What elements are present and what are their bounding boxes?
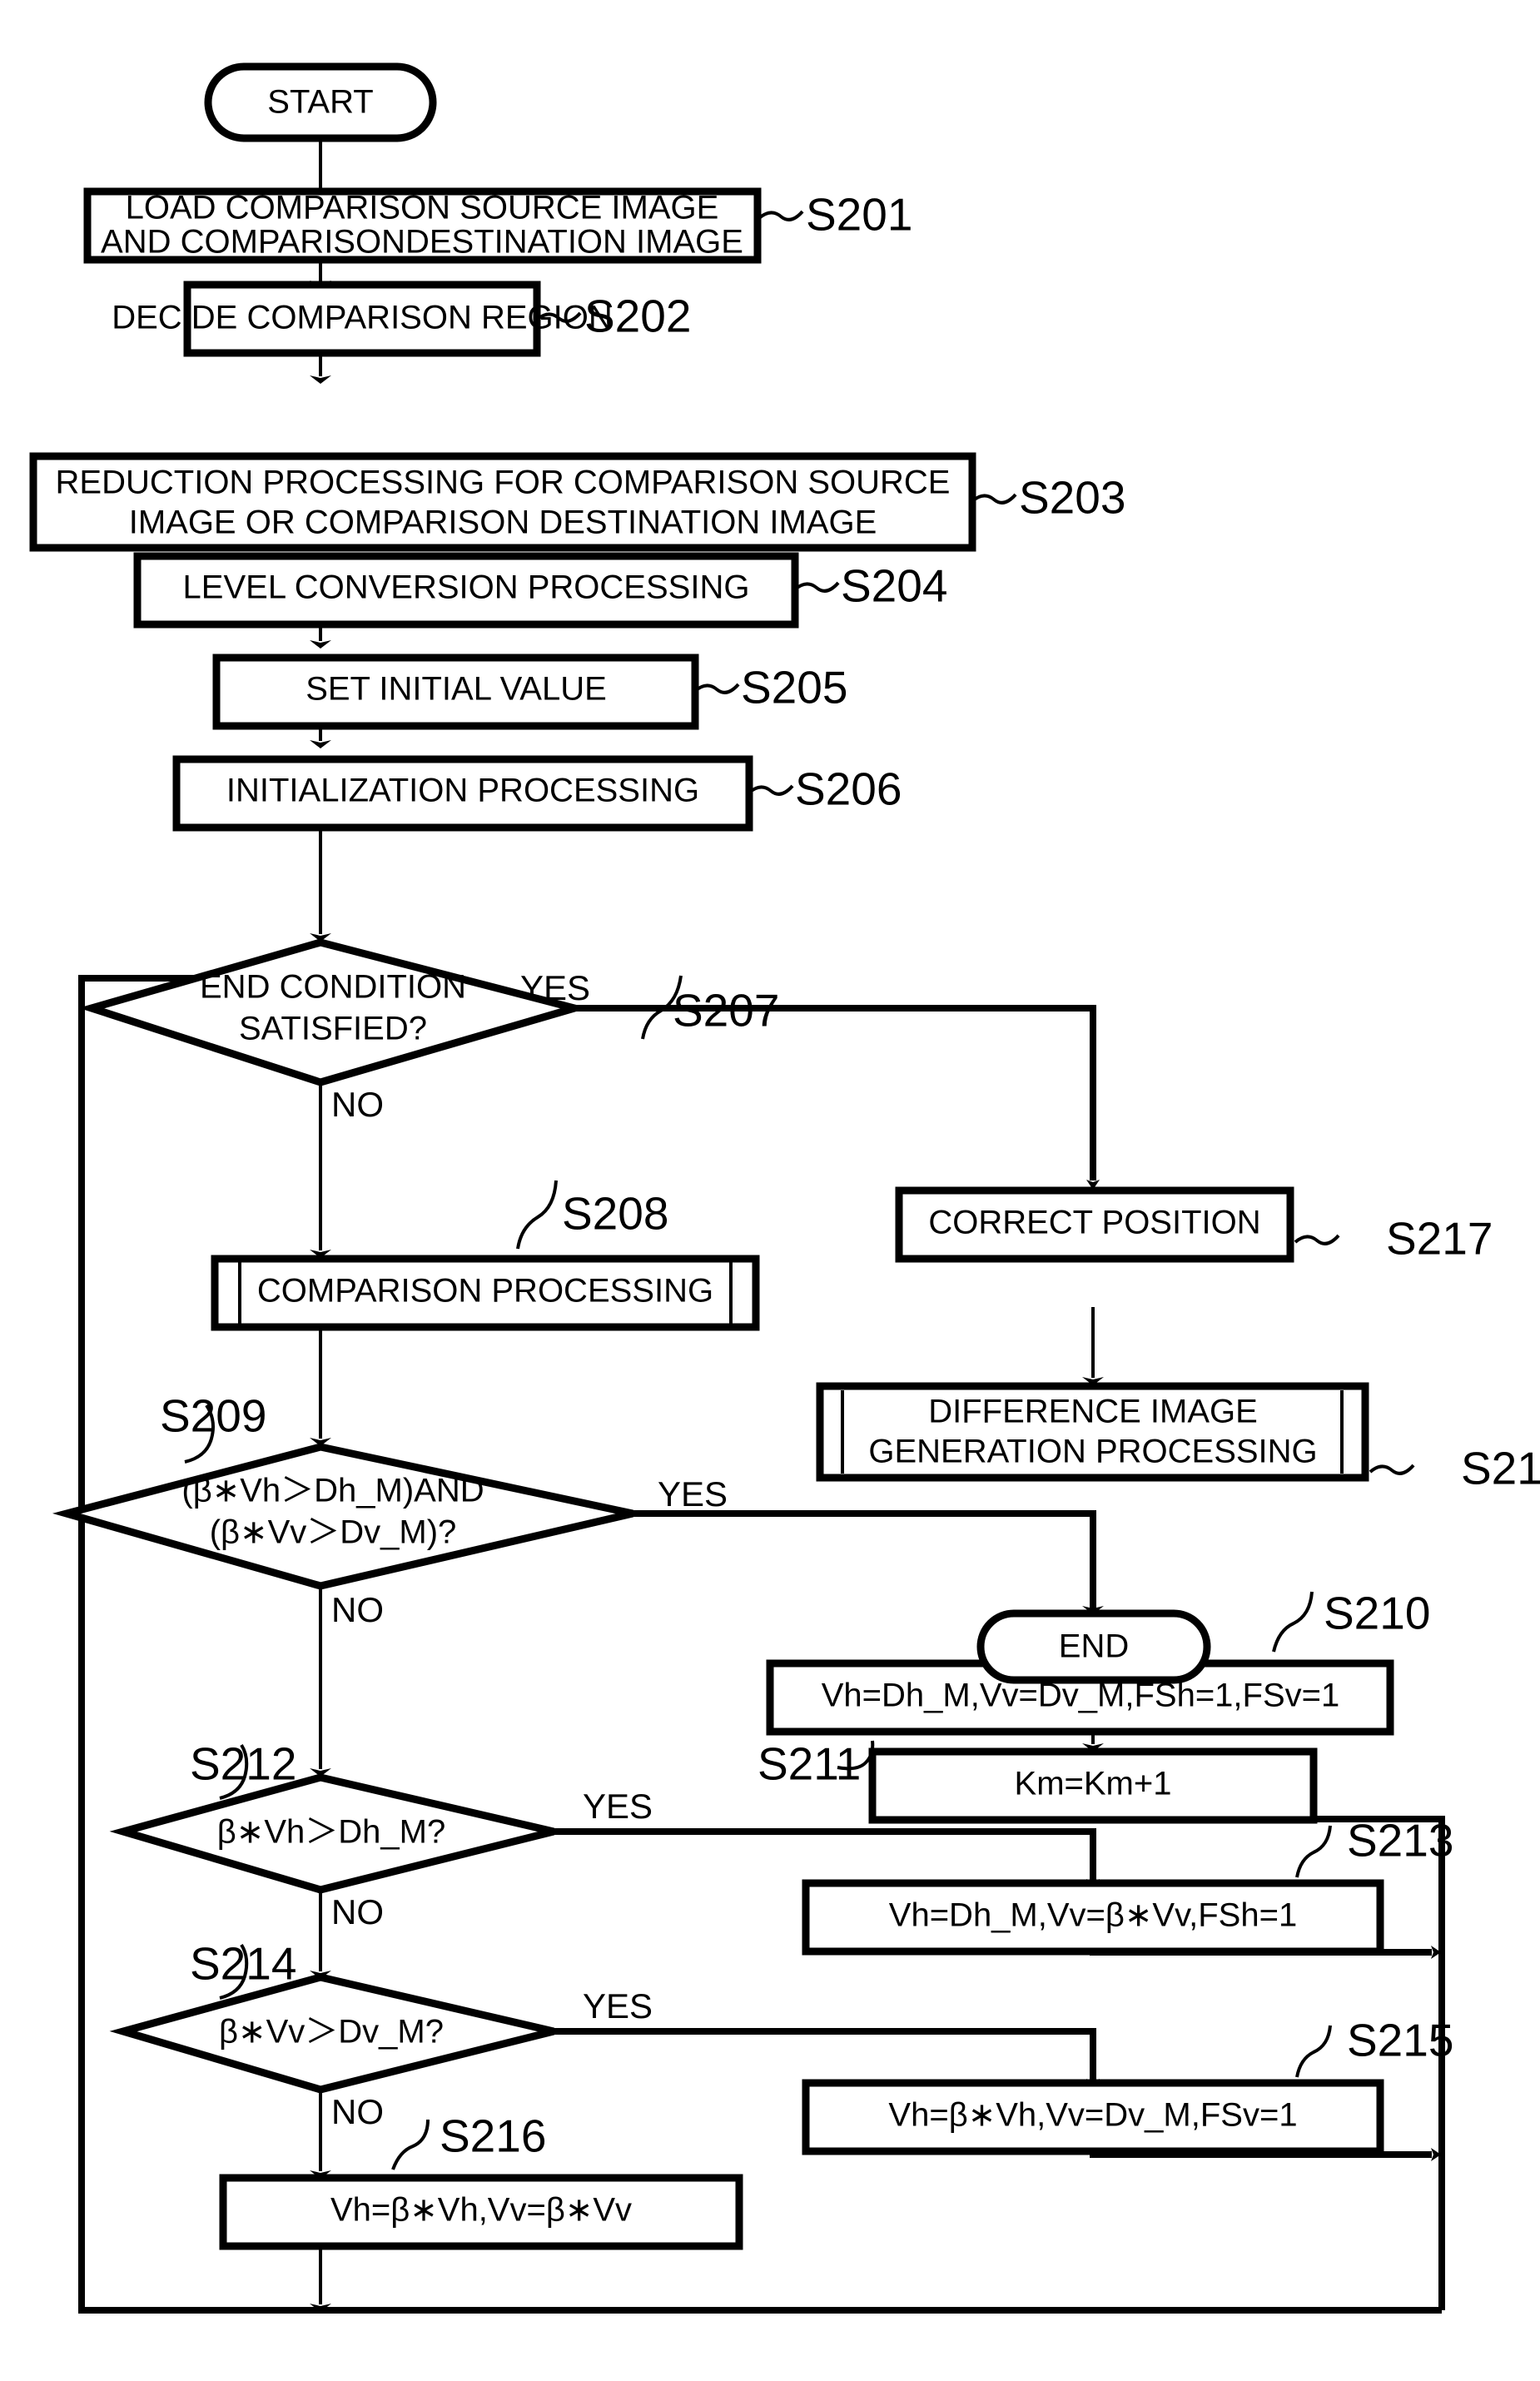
- node-s212-line1: β∗Vh＞Dh_M?: [217, 1814, 445, 1851]
- leader-s213: [1295, 1825, 1332, 1878]
- step-label-s207: S207: [673, 985, 779, 1036]
- node-s215-line1: Vh=β∗Vh,Vv=Dv_M,FSv=1: [888, 2097, 1297, 2134]
- node-s218: DIFFERENCE IMAGE GENERATION PROCESSING S…: [816, 1382, 1540, 1494]
- node-s211-line1: Km=Km+1: [1015, 1766, 1172, 1802]
- node-end-label: END: [1059, 1628, 1129, 1665]
- node-s213: Vh=Dh_M,Vv=β∗Vv,FSh=1 S213: [802, 1815, 1453, 1956]
- node-end: END: [976, 1609, 1211, 1684]
- leader-s204: [793, 581, 840, 593]
- leader-s216: [391, 2119, 430, 2170]
- node-s215: Vh=β∗Vh,Vv=Dv_M,FSv=1 S215: [802, 2015, 1453, 2155]
- node-s218-line2: GENERATION PROCESSING: [868, 1434, 1317, 1470]
- node-s208: COMPARISON PROCESSING S208: [211, 1188, 760, 1331]
- node-s203-line1: REDUCTION PROCESSING FOR COMPARISON SOUR…: [56, 465, 951, 501]
- leader-s205: [693, 683, 740, 694]
- node-s209-line2: (β∗Vv＞Dv_M)?: [210, 1514, 457, 1551]
- node-s213-line1: Vh=Dh_M,Vv=β∗Vv,FSh=1: [889, 1897, 1297, 1934]
- leader-s201: [758, 210, 804, 221]
- step-label-s213: S213: [1347, 1815, 1453, 1867]
- step-label-s212: S212: [190, 1738, 296, 1790]
- step-label-s211: S211: [758, 1738, 861, 1790]
- node-s209-line1: (β∗Vh＞Dh_M)AND: [181, 1473, 484, 1509]
- branch-label-s207-no: NO: [331, 1085, 384, 1124]
- node-s207-line2: SATISFIED?: [239, 1011, 427, 1047]
- node-s217: CORRECT POSITION S217: [895, 1186, 1493, 1265]
- node-s211: Km=Km+1 S211: [758, 1738, 1318, 1824]
- node-s202-line1: DECIDE COMPARISON REGION: [112, 300, 613, 336]
- flowchart-canvas: START LOAD COMPARISON SOURCE IMAGE AND C…: [0, 0, 1540, 2381]
- step-label-s210: S210: [1324, 1588, 1430, 1639]
- branch-label-s207-yes: YES: [520, 968, 590, 1007]
- step-label-s205: S205: [741, 662, 847, 713]
- node-s206: INITIALIZATION PROCESSING S206: [172, 755, 902, 832]
- flowchart-svg: START LOAD COMPARISON SOURCE IMAGE AND C…: [29, 62, 1540, 2314]
- step-label-s202: S202: [584, 291, 691, 342]
- step-label-s209: S209: [160, 1390, 266, 1442]
- step-label-s215: S215: [1347, 2015, 1453, 2066]
- node-s204-line1: LEVEL CONVERSION PROCESSING: [183, 569, 750, 606]
- edge-s214-yes-to-s215: [491, 2028, 1100, 2089]
- step-label-s206: S206: [795, 763, 902, 815]
- node-s202: DECIDE COMPARISON REGION S202: [112, 281, 691, 357]
- leader-s217: [1294, 1234, 1340, 1245]
- node-s218-line1: DIFFERENCE IMAGE: [928, 1394, 1258, 1430]
- node-s205-line1: SET INITIAL VALUE: [306, 671, 607, 708]
- node-s214-line1: β∗Vv＞Dv_M?: [219, 2014, 444, 2050]
- branch-label-s212-yes: YES: [583, 1787, 653, 1826]
- step-label-s203: S203: [1019, 472, 1125, 524]
- node-s216-line1: Vh=β∗Vh,Vv=β∗Vv: [330, 2192, 632, 2229]
- node-s207-line1: END CONDITION: [200, 969, 466, 1006]
- edge-s212-yes-to-s213: [491, 1828, 1100, 1889]
- branch-label-s212-no: NO: [331, 1892, 384, 1931]
- node-s201: LOAD COMPARISON SOURCE IMAGE AND COMPARI…: [83, 187, 912, 264]
- node-s201-line1: LOAD COMPARISON SOURCE IMAGE: [126, 190, 719, 226]
- node-s201-line2: AND COMPARISONDESTINATION IMAGE: [101, 224, 743, 261]
- node-s203-line2: IMAGE OR COMPARISON DESTINATION IMAGE: [129, 505, 877, 541]
- branch-label-s209-no: NO: [331, 1590, 384, 1629]
- step-label-s214: S214: [190, 1938, 296, 1990]
- leader-s208: [516, 1180, 558, 1250]
- leader-s203: [971, 493, 1017, 505]
- node-s203: REDUCTION PROCESSING FOR COMPARISON SOUR…: [29, 452, 1125, 552]
- node-s217-line1: CORRECT POSITION: [928, 1205, 1260, 1241]
- node-s209: (β∗Vh＞Dh_M)AND (β∗Vv＞Dv_M)? S209 YES NO: [52, 1390, 728, 1629]
- leader-s218: [1369, 1464, 1415, 1475]
- branch-label-s209-yes: YES: [658, 1474, 728, 1514]
- node-s216: Vh=β∗Vh,Vv=β∗Vv S216: [219, 2110, 743, 2250]
- node-s208-line1: COMPARISON PROCESSING: [257, 1273, 713, 1310]
- branch-label-s214-no: NO: [331, 2092, 384, 2131]
- step-label-s201: S201: [806, 189, 912, 241]
- step-label-s217: S217: [1386, 1213, 1493, 1265]
- step-label-s208: S208: [562, 1188, 668, 1240]
- leader-s206: [748, 784, 794, 796]
- node-start: START: [204, 62, 437, 142]
- step-label-s216: S216: [440, 2110, 546, 2162]
- step-label-s204: S204: [841, 560, 947, 612]
- step-label-s218: S218: [1461, 1443, 1540, 1494]
- node-s206-line1: INITIALIZATION PROCESSING: [226, 773, 699, 809]
- node-s205: SET INITIAL VALUE S205: [212, 654, 847, 730]
- leader-s210: [1272, 1591, 1314, 1653]
- branch-label-s214-yes: YES: [583, 1986, 653, 2026]
- node-start-label: START: [267, 84, 373, 121]
- node-s207: END CONDITION SATISFIED? S207 YES NO: [78, 938, 779, 1124]
- leader-s215: [1295, 2025, 1332, 2078]
- edge-s207-yes-to-s217: [487, 1005, 1100, 1190]
